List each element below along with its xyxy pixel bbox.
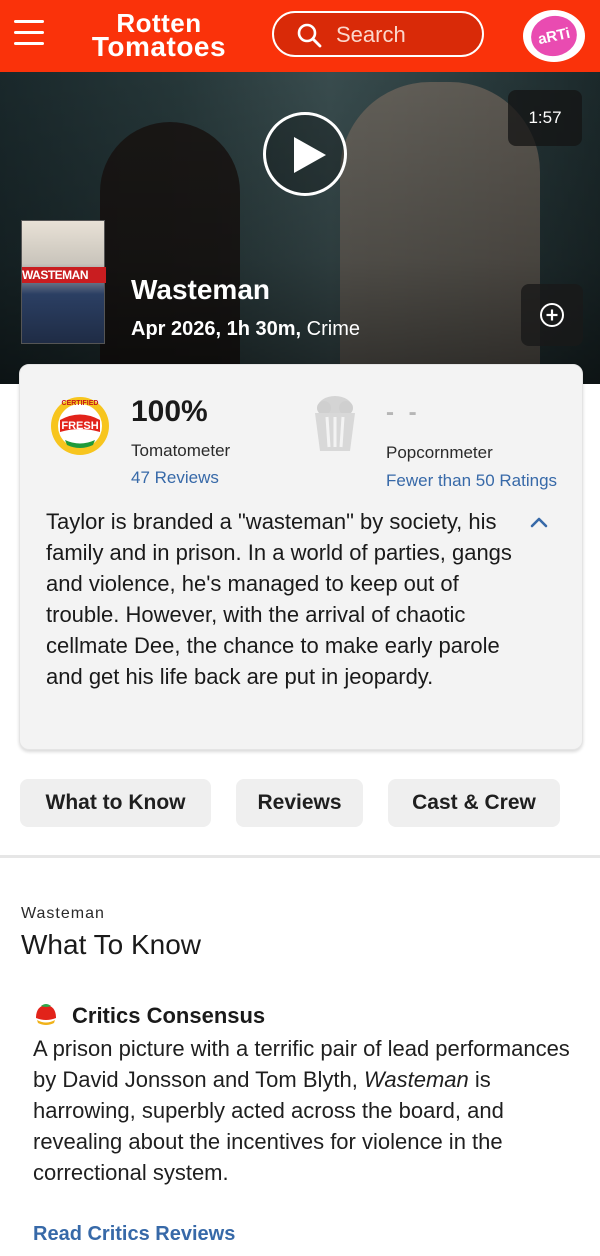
play-icon (294, 137, 326, 173)
tab-reviews[interactable]: Reviews (236, 779, 363, 827)
tomatometer-reviews-link[interactable]: 47 Reviews (131, 468, 219, 488)
tomatometer-label: Tomatometer (131, 441, 231, 460)
tab-cast-crew[interactable]: Cast & Crew (388, 779, 560, 827)
movie-meta: Apr 2026, 1h 30m, Crime (131, 318, 360, 341)
rotten-tomatoes-logo[interactable]: Rotten Tomatoes (74, 8, 244, 64)
popcornmeter-label: Popcornmeter (386, 443, 493, 462)
popcornmeter-ratings-link[interactable]: Fewer than 50 Ratings (386, 471, 562, 491)
search-input[interactable] (336, 21, 476, 49)
user-avatar[interactable]: aRTi (523, 10, 585, 62)
critics-consensus-title: Critics Consensus (72, 1003, 266, 1028)
read-critics-reviews-link[interactable]: Read Critics Reviews (33, 1223, 235, 1246)
critics-consensus-text: A prison picture with a terrific pair of… (33, 1033, 573, 1188)
search-icon (297, 23, 322, 48)
movie-poster[interactable]: WASTEMAN (21, 220, 106, 344)
section-eyebrow: Wasteman (21, 905, 105, 922)
poster-title: WASTEMAN (22, 267, 106, 283)
movie-title: Wasteman (131, 274, 271, 305)
hamburger-menu-icon[interactable] (14, 20, 48, 50)
release-date-runtime: Apr 2026, 1h 30m, (131, 318, 302, 340)
tomatometer-score: 100% (131, 395, 208, 428)
scores-card: FRESH CERTIFIED 100% Tomatometer 47 Revi… (19, 364, 583, 750)
logo-line-2: Tomatoes (91, 31, 227, 62)
avatar-text: aRTi (527, 11, 581, 61)
tab-what-to-know[interactable]: What to Know (20, 779, 211, 827)
search-box[interactable] (272, 11, 484, 57)
certified-fresh-icon: FRESH CERTIFIED (51, 397, 109, 455)
video-duration: 1:57 (508, 90, 582, 146)
chevron-up-icon[interactable] (528, 511, 550, 533)
consensus-text-title: Wasteman (364, 1067, 469, 1092)
what-to-know-heading: What To Know (21, 929, 202, 960)
section-divider (0, 855, 600, 858)
add-to-watchlist-button[interactable] (521, 284, 583, 346)
popcorn-bucket-icon (315, 396, 355, 451)
trailer-hero[interactable]: 1:57 WASTEMAN Wasteman Apr 2026, 1h 30m,… (0, 72, 600, 384)
play-button[interactable] (263, 112, 347, 196)
synopsis-text: Taylor is branded a "wasteman" by societ… (46, 509, 512, 689)
popcornmeter-ratings-text: Fewer than 50 Ratings (386, 471, 558, 490)
badge-certified-text: CERTIFIED (62, 400, 99, 407)
badge-fresh-text: FRESH (61, 420, 98, 432)
genre: Crime (306, 318, 360, 340)
add-circle-icon (540, 303, 564, 327)
site-header: Rotten Tomatoes aRTi (0, 0, 600, 72)
popcornmeter-score: - - (386, 399, 421, 426)
tomato-splat-icon (36, 1004, 56, 1025)
